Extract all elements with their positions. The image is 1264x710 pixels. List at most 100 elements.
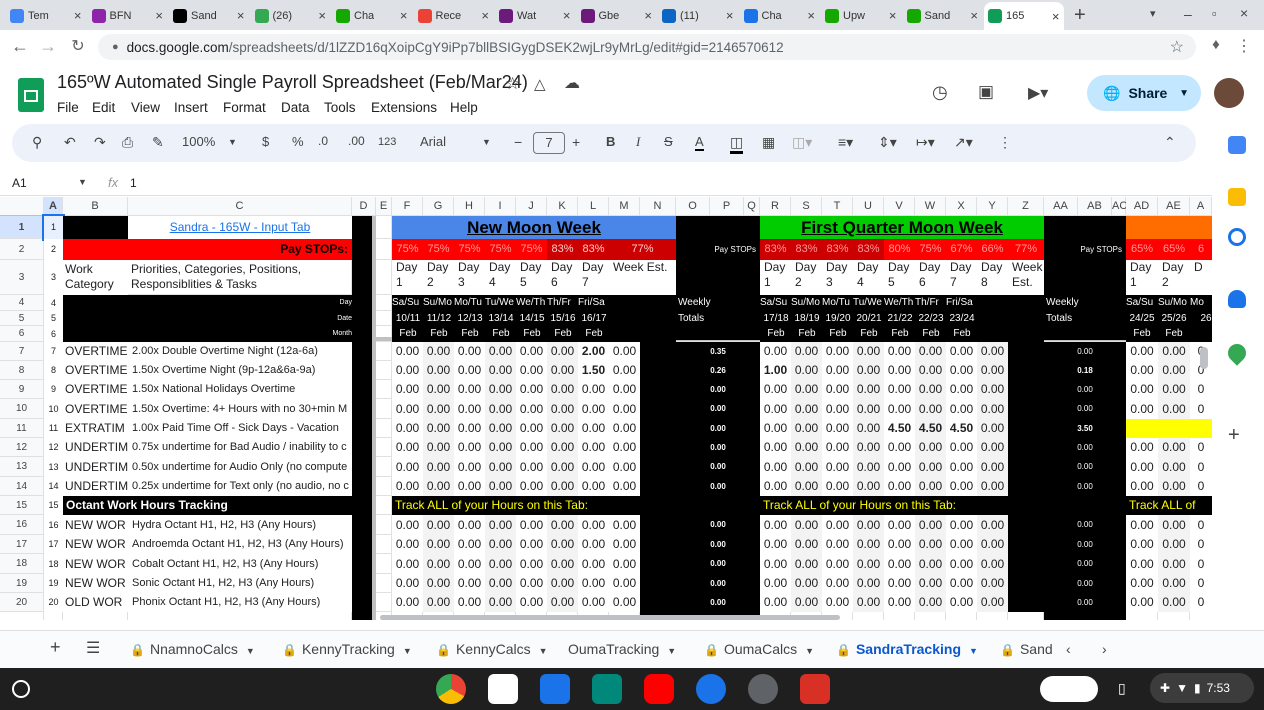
new-moon-title[interactable]: New Moon Week xyxy=(392,216,676,239)
new-tab-button[interactable]: + xyxy=(1074,4,1086,27)
weekly-total[interactable]: 0.00 xyxy=(1044,535,1126,554)
value-cell[interactable]: 0.00 xyxy=(791,361,822,380)
menu-extensions[interactable]: Extensions xyxy=(371,100,437,115)
weekly-total[interactable]: 0.00 xyxy=(1044,554,1126,574)
browser-tab[interactable]: Upw × xyxy=(821,3,901,28)
date-value[interactable]: 18/19 xyxy=(791,311,823,326)
week-est-cell[interactable] xyxy=(1008,380,1044,399)
task-name[interactable]: 0.25x undertime for Text only (no audio,… xyxy=(128,477,352,496)
undo-icon[interactable]: ↶ xyxy=(64,134,76,151)
sheet-tab-dropdown-icon[interactable]: ▼ xyxy=(969,646,978,656)
value-cell[interactable]: 0 xyxy=(1190,535,1212,554)
month-value[interactable]: Feb xyxy=(423,326,455,341)
launcher-icon[interactable] xyxy=(12,680,30,698)
week-est-cell[interactable] xyxy=(1008,399,1044,419)
phone-hub-icon[interactable]: ▯ xyxy=(1118,680,1126,697)
day-of-week[interactable]: Su/Mo xyxy=(1158,295,1190,311)
first-quarter-title[interactable]: First Quarter Moon Week xyxy=(760,216,1044,239)
value-cell[interactable]: 0.00 xyxy=(946,361,977,380)
column-header[interactable]: J xyxy=(516,197,547,216)
value-cell[interactable]: 0.00 xyxy=(547,554,578,574)
value-cell[interactable]: 0.00 xyxy=(853,342,884,361)
date-row-label[interactable]: Date xyxy=(330,311,352,326)
vertical-scrollbar[interactable] xyxy=(1200,347,1208,369)
weekly-total[interactable]: 0.00 xyxy=(1044,399,1126,419)
row-header[interactable]: 4 xyxy=(0,295,44,311)
font-size-increase-icon[interactable]: + xyxy=(572,134,580,150)
value-cell[interactable]: 0.00 xyxy=(423,574,454,593)
value-cell[interactable]: 0.00 xyxy=(822,361,853,380)
value-cell[interactable]: 0.00 xyxy=(1126,593,1158,612)
week-est-cell[interactable] xyxy=(1008,438,1044,457)
work-category[interactable]: EXTRATIM xyxy=(63,419,128,438)
a-cell[interactable]: 6 xyxy=(44,326,63,342)
value-cell[interactable]: 0.00 xyxy=(1126,399,1158,419)
value-cell[interactable]: 0.00 xyxy=(578,535,609,554)
value-cell[interactable]: 0.00 xyxy=(516,438,547,457)
value-cell[interactable]: 0 xyxy=(1190,399,1212,419)
value-cell[interactable]: 0.00 xyxy=(853,477,884,496)
cloud-status-icon[interactable]: ☁ xyxy=(564,73,580,93)
value-cell[interactable]: 0.00 xyxy=(977,457,1008,477)
task-name[interactable]: 1.50x Overtime Night (9p-12a&6a-9a) xyxy=(128,361,352,380)
spreadsheet-grid[interactable]: A B C D E F G H I J K L M N O P Q R S T U V W X Y Z AA AB AC AD AE A 1 2 3… xyxy=(0,197,1212,620)
month-value[interactable]: Feb xyxy=(547,326,579,341)
value-cell[interactable]: 0.00 xyxy=(1158,457,1190,477)
task-name[interactable]: Sonic Octant H1, H2, H3 (Any Hours) xyxy=(128,574,352,593)
value-cell[interactable]: 0.00 xyxy=(392,380,423,399)
pay-stop-value[interactable]: 75% xyxy=(454,239,485,260)
value-cell[interactable]: 0.00 xyxy=(760,477,791,496)
a-cell[interactable]: 1 xyxy=(42,214,65,241)
column-header[interactable]: H xyxy=(454,197,485,216)
work-category[interactable]: OVERTIME xyxy=(63,342,128,361)
weekly-total[interactable]: 0.00 xyxy=(676,457,760,477)
value-cell[interactable]: 0.00 xyxy=(760,457,791,477)
value-cell[interactable]: 0.00 xyxy=(791,342,822,361)
row-header[interactable]: 9 xyxy=(0,380,44,399)
sheet-tab[interactable]: 🔒 KennyTracking ▼ xyxy=(282,641,412,657)
pay-stop-value[interactable]: 83% xyxy=(547,239,578,260)
day-of-week[interactable]: Fri/Sa xyxy=(578,295,610,311)
value-cell[interactable]: 0 xyxy=(1190,574,1212,593)
value-cell[interactable]: 0.00 xyxy=(822,399,853,419)
value-cell[interactable]: 0.00 xyxy=(884,593,915,612)
value-cell[interactable]: 0.00 xyxy=(884,477,915,496)
date-value[interactable]: 16/17 xyxy=(578,311,610,326)
third-week-title[interactable] xyxy=(1126,216,1212,239)
value-cell[interactable]: 0.00 xyxy=(760,554,791,574)
row-header[interactable]: 14 xyxy=(0,477,44,496)
value-cell[interactable]: 0.00 xyxy=(423,535,454,554)
browser-tab[interactable]: Tem × xyxy=(6,3,86,28)
column-header[interactable]: A xyxy=(1190,197,1212,216)
zoom-select[interactable]: 100% xyxy=(182,134,215,149)
column-header[interactable]: AE xyxy=(1158,197,1190,216)
row-header[interactable]: 3 xyxy=(0,260,44,295)
value-cell[interactable]: 0.00 xyxy=(516,361,547,380)
value-cell[interactable]: 0.00 xyxy=(423,457,454,477)
add-sheet-icon[interactable]: + xyxy=(50,637,61,658)
pay-stop-value[interactable]: 75% xyxy=(915,239,946,260)
work-category[interactable]: NEW WOR xyxy=(63,554,128,574)
month-value[interactable]: Feb xyxy=(791,326,823,341)
value-cell[interactable]: 0.00 xyxy=(516,457,547,477)
value-cell[interactable]: 0.00 xyxy=(1126,380,1158,399)
value-cell[interactable]: 0.00 xyxy=(822,554,853,574)
menu-edit[interactable]: Edit xyxy=(92,100,115,115)
task-name[interactable]: 1.50x National Holidays Overtime xyxy=(128,380,352,399)
menu-data[interactable]: Data xyxy=(281,100,310,115)
weekly-total[interactable]: 0.00 xyxy=(1044,457,1126,477)
value-cell[interactable]: 0.00 xyxy=(547,535,578,554)
row-header[interactable]: 6 xyxy=(0,326,44,342)
weekly-total[interactable]: 0.00 xyxy=(676,477,760,496)
value-cell[interactable]: 0.00 xyxy=(1158,574,1190,593)
weekly-total[interactable]: 0.00 xyxy=(1044,477,1126,496)
month-row-label[interactable]: Month xyxy=(330,326,352,341)
value-cell[interactable]: 1.50 xyxy=(578,361,609,380)
month-value[interactable]: Feb xyxy=(853,326,885,341)
pay-stop-value[interactable]: 6 xyxy=(1190,239,1212,260)
column-header[interactable]: O xyxy=(676,197,710,216)
browser-tab[interactable]: Cha × xyxy=(740,3,820,28)
value-cell[interactable]: 0.00 xyxy=(1126,361,1158,380)
column-header[interactable]: K xyxy=(547,197,578,216)
weekly-total[interactable]: 0.00 xyxy=(1044,438,1126,457)
